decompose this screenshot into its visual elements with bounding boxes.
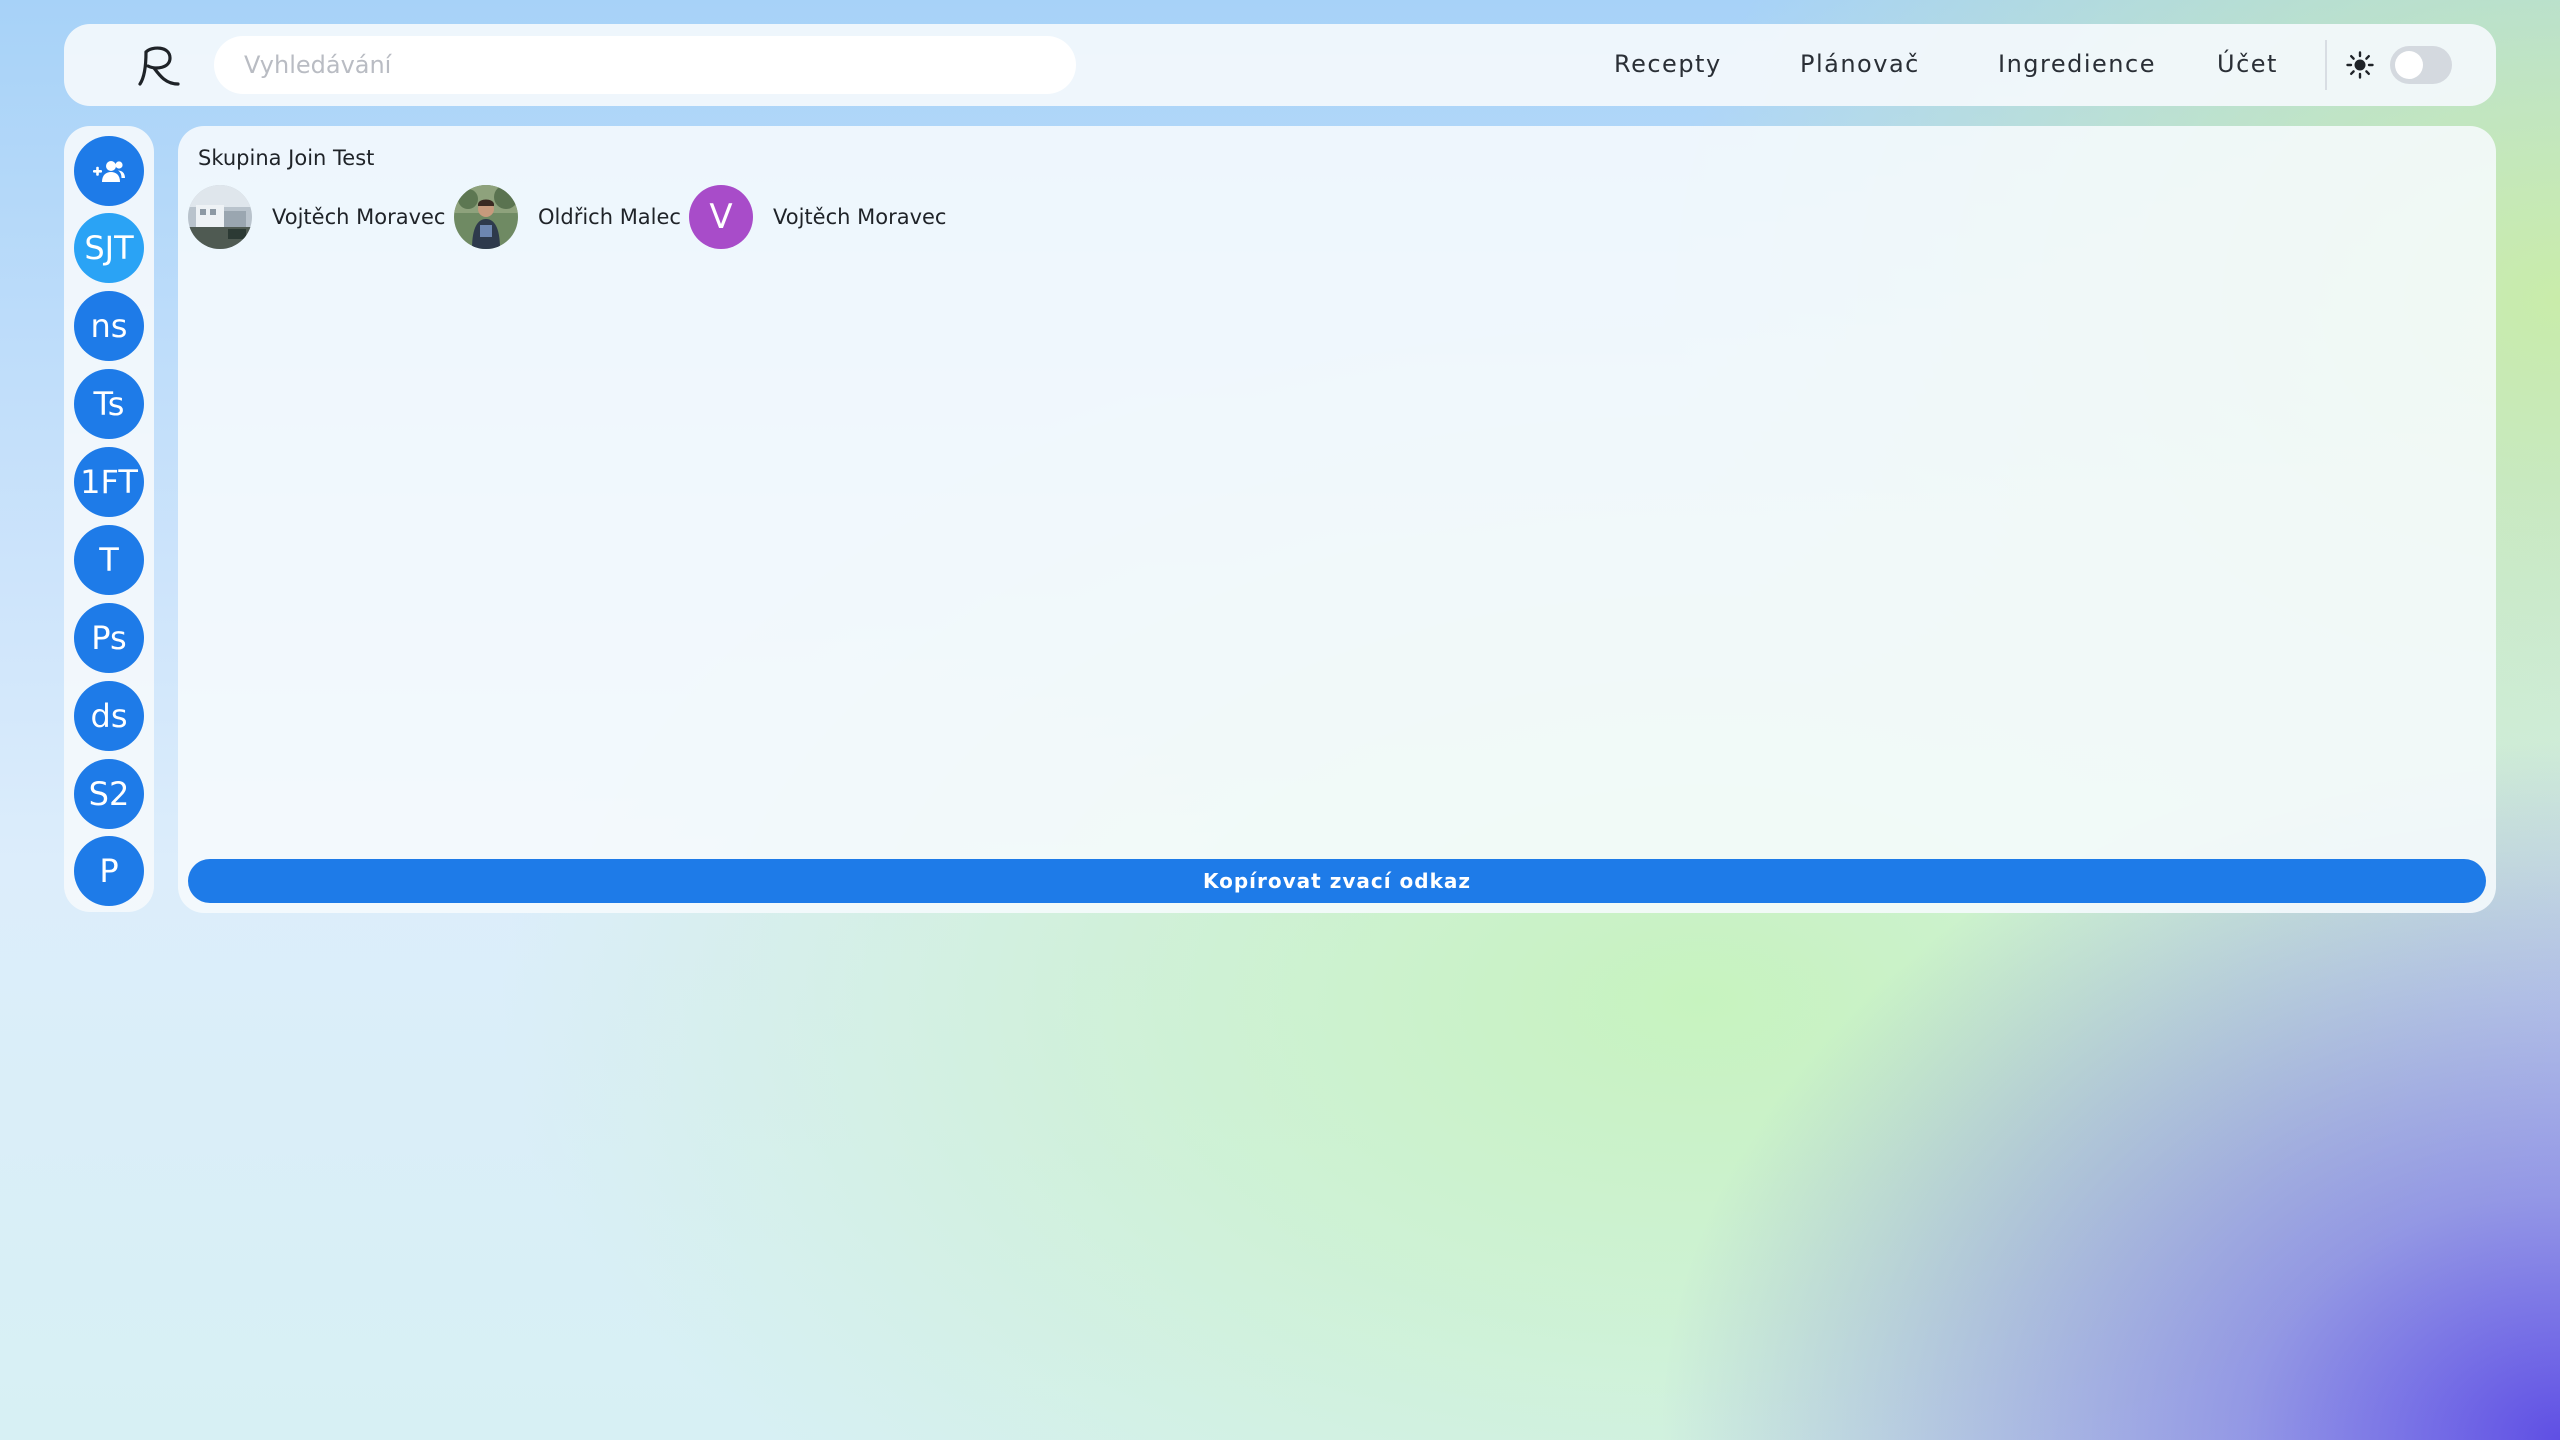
add-group-button[interactable] bbox=[74, 136, 144, 206]
group-panel: Skupina Join Test Vojtěch Moravec Oldřic… bbox=[178, 126, 2496, 913]
avatar bbox=[454, 185, 518, 249]
member-item[interactable]: Vojtěch Moravec bbox=[188, 185, 445, 249]
theme-toggle-knob bbox=[2395, 51, 2423, 79]
group-button-p[interactable]: P bbox=[74, 836, 144, 906]
member-item[interactable]: V Vojtěch Moravec bbox=[689, 185, 946, 249]
group-button-sjt[interactable]: SJT bbox=[74, 213, 144, 283]
groups-sidebar: SJT ns Ts 1FT T Ps ds S2 P bbox=[64, 126, 154, 912]
avatar: V bbox=[689, 185, 753, 249]
member-name: Vojtěch Moravec bbox=[272, 205, 446, 229]
member-name: Oldřich Malec bbox=[538, 205, 681, 229]
navbar-divider bbox=[2325, 40, 2327, 90]
group-button-s2[interactable]: S2 bbox=[74, 759, 144, 829]
group-add-icon bbox=[93, 161, 125, 182]
search-input[interactable] bbox=[214, 36, 1076, 94]
group-button-ts[interactable]: Ts bbox=[74, 369, 144, 439]
sun-icon bbox=[2346, 51, 2374, 79]
nav-link-recepty[interactable]: Recepty bbox=[1614, 50, 1722, 80]
theme-toggle[interactable] bbox=[2390, 46, 2452, 84]
group-button-ns[interactable]: ns bbox=[74, 291, 144, 361]
group-button-ds[interactable]: ds bbox=[74, 681, 144, 751]
nav-link-ingredience[interactable]: Ingredience bbox=[1998, 50, 2156, 80]
group-title: Skupina Join Test bbox=[198, 146, 375, 170]
member-item[interactable]: Oldřich Malec bbox=[454, 185, 681, 249]
group-button-ps[interactable]: Ps bbox=[74, 603, 144, 673]
avatar bbox=[188, 185, 252, 249]
group-button-1ft[interactable]: 1FT bbox=[74, 447, 144, 517]
nav-link-planovac[interactable]: Plánovač bbox=[1800, 50, 1920, 80]
group-button-t[interactable]: T bbox=[74, 525, 144, 595]
copy-invite-link-button[interactable]: Kopírovat zvací odkaz bbox=[188, 859, 2486, 903]
top-navbar: Recepty Plánovač Ingredience Účet bbox=[64, 24, 2496, 106]
nav-link-ucet[interactable]: Účet bbox=[2217, 50, 2278, 80]
member-name: Vojtěch Moravec bbox=[773, 205, 947, 229]
app-logo[interactable] bbox=[130, 38, 186, 94]
